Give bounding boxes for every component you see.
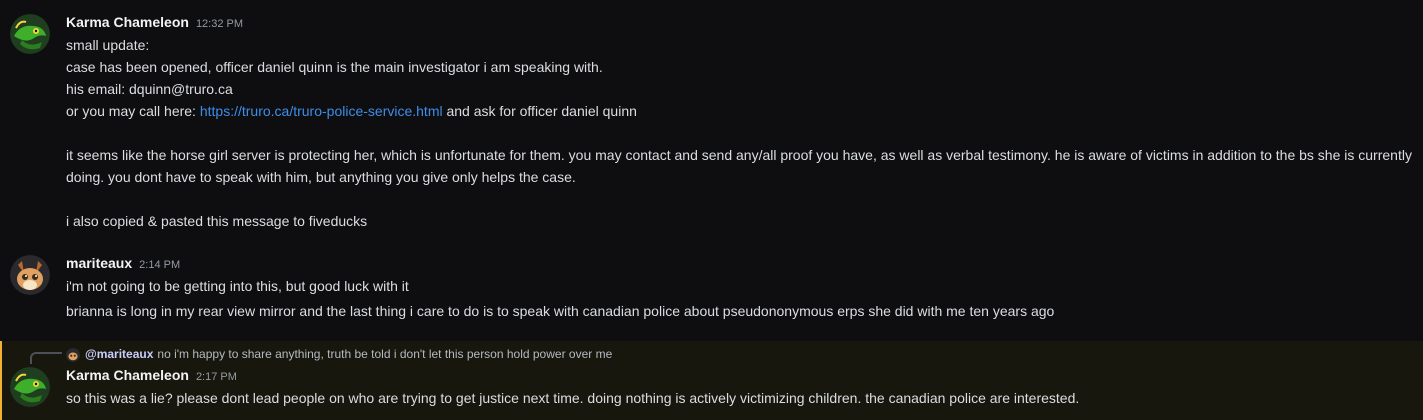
message-line: brianna is long in my rear view mirror a… xyxy=(66,303,1055,319)
chameleon-avatar[interactable] xyxy=(10,367,50,407)
chameleon-icon xyxy=(10,14,50,54)
timestamp[interactable]: 12:32 PM xyxy=(196,18,243,30)
username[interactable]: Karma Chameleon xyxy=(66,367,189,383)
message-line: i'm not going to be getting into this, b… xyxy=(66,278,409,294)
fox-icon xyxy=(66,347,80,362)
police-service-link[interactable]: https://truro.ca/truro-police-service.ht… xyxy=(200,103,443,119)
mention-bar xyxy=(0,341,2,420)
message-line: so this was a lie? please dont lead peop… xyxy=(66,390,1080,406)
chameleon-icon xyxy=(10,367,50,407)
username[interactable]: mariteaux xyxy=(66,255,132,271)
message-header: Karma Chameleon 2:17 PM xyxy=(66,367,237,387)
message-line: case has been opened, officer daniel qui… xyxy=(66,59,603,75)
timestamp[interactable]: 2:17 PM xyxy=(196,371,237,383)
message-line-with-link: or you may call here: https://truro.ca/t… xyxy=(66,100,637,122)
message-line: i also copied & pasted this message to f… xyxy=(66,213,368,229)
fox-icon xyxy=(10,255,50,295)
message-header: mariteaux 2:14 PM xyxy=(66,255,180,275)
message-line: small update: xyxy=(66,37,150,53)
reply-spine xyxy=(30,352,62,364)
username[interactable]: Karma Chameleon xyxy=(66,14,189,30)
reply-preview[interactable]: @mariteaux no i'm happy to share anything… xyxy=(66,345,612,363)
call-prefix: or you may call here: xyxy=(66,103,200,119)
message-line: his email: dquinn@truro.ca xyxy=(66,81,233,97)
reply-mention[interactable]: @mariteaux xyxy=(85,347,153,361)
message-header: Karma Chameleon 12:32 PM xyxy=(66,14,243,34)
fox-avatar-small xyxy=(66,347,80,362)
reply-text: no i'm happy to share anything, truth be… xyxy=(157,347,613,361)
message-paragraph: it seems like the horse girl server is p… xyxy=(66,147,1412,185)
fox-avatar[interactable] xyxy=(10,255,50,295)
chameleon-avatar[interactable] xyxy=(10,14,50,54)
timestamp[interactable]: 2:14 PM xyxy=(139,259,180,271)
call-suffix: and ask for officer daniel quinn xyxy=(442,103,637,119)
